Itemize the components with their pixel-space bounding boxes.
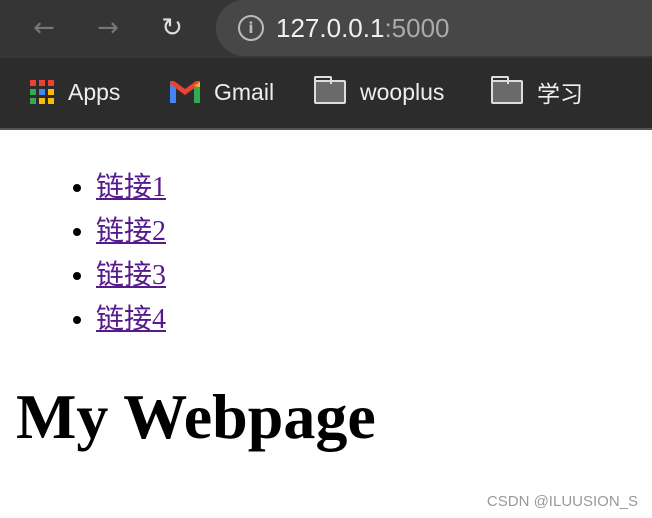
link-3[interactable]: 链接3 xyxy=(96,260,166,291)
bookmark-gmail[interactable]: Gmail xyxy=(170,76,274,108)
page-heading: My Webpage xyxy=(16,381,376,452)
url-text[interactable]: 127.0.0.1:5000 xyxy=(276,13,450,44)
watermark: CSDN @ILUUSION_S xyxy=(486,493,638,510)
bookmark-apps[interactable]: Apps xyxy=(30,76,120,108)
browser-chrome: ← → ↻ i 127.0.0.1:5000 Apps Gmail wooplu… xyxy=(0,0,652,130)
forward-button[interactable]: → xyxy=(90,10,126,46)
url-port: :5000 xyxy=(384,12,450,43)
link-list: 链接1 链接2 链接3 链接4 xyxy=(96,166,166,342)
gmail-icon xyxy=(170,81,200,103)
bookmark-label: wooplus xyxy=(360,78,445,105)
info-icon[interactable]: i xyxy=(238,15,264,41)
address-bar[interactable]: i 127.0.0.1:5000 xyxy=(216,0,652,56)
list-item: 链接2 xyxy=(96,210,166,254)
bookmark-study[interactable]: 学习 xyxy=(491,76,583,108)
apps-grid-icon xyxy=(30,80,54,104)
bookmark-label: Gmail xyxy=(214,78,275,105)
bookmark-label: Apps xyxy=(68,78,121,105)
folder-icon xyxy=(314,76,346,104)
link-1[interactable]: 链接1 xyxy=(96,172,166,203)
browser-toolbar: ← → ↻ i 127.0.0.1:5000 xyxy=(0,0,652,58)
link-4[interactable]: 链接4 xyxy=(96,304,166,335)
list-item: 链接1 xyxy=(96,166,166,210)
bookmark-wooplus[interactable]: wooplus xyxy=(314,76,444,108)
list-item: 链接4 xyxy=(96,298,166,342)
reload-button[interactable]: ↻ xyxy=(154,10,190,46)
list-item: 链接3 xyxy=(96,254,166,298)
url-host: 127.0.0.1 xyxy=(276,12,385,43)
bookmark-label: 学习 xyxy=(537,81,583,107)
folder-icon xyxy=(491,76,523,104)
link-2[interactable]: 链接2 xyxy=(96,216,166,247)
back-button[interactable]: ← xyxy=(26,10,62,46)
